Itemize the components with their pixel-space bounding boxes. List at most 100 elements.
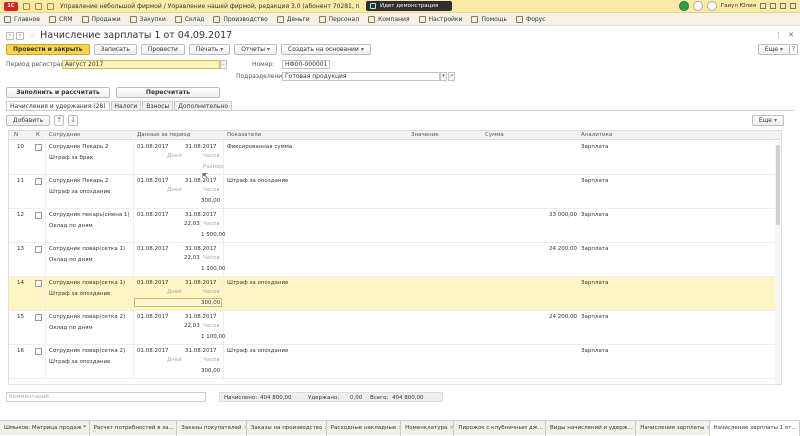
department-field[interactable]: Готовая продукция — [282, 72, 440, 81]
column-header-value[interactable]: Значение — [411, 132, 439, 138]
recalculate-button[interactable]: Пересчитать — [116, 87, 220, 98]
history-clock-icon[interactable] — [692, 1, 703, 11]
column-header-analytics[interactable]: Аналитика — [581, 132, 612, 138]
add-row-button[interactable]: Добавить — [6, 115, 51, 126]
menu-item-production[interactable]: Производство — [213, 15, 268, 23]
row-checkbox[interactable] — [35, 178, 42, 185]
period-field[interactable]: Август 2017 — [62, 60, 220, 69]
employee-name: Сотрудник повар(сетка 1) — [49, 246, 126, 252]
column-divider — [133, 243, 134, 277]
taskbar-tab-label: Расчет потребностей в за... — [93, 425, 174, 431]
menu-item-crm[interactable]: CRM — [49, 15, 73, 23]
row-number: 11 — [17, 178, 24, 184]
total-value: 404 800,00 — [392, 395, 424, 401]
column-divider — [45, 175, 46, 209]
menu-item-forum[interactable]: Форус — [516, 15, 546, 23]
row-checkbox[interactable] — [35, 246, 42, 253]
column-header-employee[interactable]: Сотрудник — [49, 132, 80, 138]
taskbar-tab[interactable]: Виды начислений и удерж...× — [546, 421, 637, 436]
table-row[interactable]: 11 Сотрудник Пекарь 2 Штраф за опоздание 01… — [9, 175, 781, 209]
column-header-indicators[interactable]: Показатели — [227, 132, 261, 138]
more-button[interactable]: Еще ▾ — [757, 44, 790, 55]
taskbar-tab-label: Шмыков: Матрица продаж * — [4, 425, 87, 431]
menu-item-sales[interactable]: Продажи — [81, 15, 121, 23]
column-header-period[interactable]: Данные за период — [137, 132, 191, 138]
row-checkbox[interactable] — [35, 280, 42, 287]
maximize-icon[interactable] — [780, 3, 786, 9]
favorites-icon[interactable] — [47, 2, 54, 10]
menu-item-main[interactable]: Главное — [4, 15, 40, 23]
star-icon[interactable] — [706, 1, 717, 11]
column-header-n[interactable]: N — [14, 132, 18, 138]
open-link-icon[interactable]: ↗ — [448, 72, 455, 81]
column-header-sum[interactable]: Сумма — [485, 132, 504, 138]
fill-and-calculate-button[interactable]: Заполнить и рассчитать — [6, 87, 110, 98]
menu-item-company[interactable]: Компания — [368, 15, 410, 23]
create-based-on-button[interactable]: Создать на основании ▾ — [281, 44, 371, 55]
taskbar-tab[interactable]: Заказы на производство× — [247, 421, 327, 436]
table-row[interactable]: 12 Сотрудник пекарь(смена 1) Оклад по дням… — [9, 209, 781, 243]
forward-arrow-icon[interactable]: › — [16, 31, 24, 40]
period-from: 01.08.2017 — [137, 314, 169, 320]
taskbar-tab[interactable]: Шмыков: Матрица продаж *× — [0, 421, 90, 436]
taskbar-tab[interactable]: Расчет потребностей в за...× — [90, 421, 178, 436]
row-checkbox[interactable] — [35, 348, 42, 355]
table-row[interactable]: 16 Сотрудник повар(сетка 2) Штраф за опозд… — [9, 345, 781, 379]
table-row[interactable]: 14 Сотрудник повар(сетка 1) Штраф за опозд… — [9, 277, 781, 311]
menu-item-warehouse[interactable]: Склад — [174, 15, 204, 23]
notification-icon[interactable] — [678, 1, 689, 11]
taskbar-tab[interactable]: Начисления зарплаты× — [636, 421, 710, 436]
save-button[interactable]: Записать — [93, 44, 137, 55]
menu-item-money[interactable]: Деньги — [276, 15, 310, 23]
more-actions-icon[interactable]: ⋮ — [775, 31, 782, 39]
table-row[interactable]: 10 Сотрудник Пекарь 2 Штраф за брак 01.08.2… — [9, 141, 781, 175]
menu-item-personnel[interactable]: Персонал — [318, 15, 359, 23]
period-select-icon[interactable]: … — [220, 60, 227, 69]
taskbar-tab[interactable]: Пирожок с клубничным дж...× — [454, 421, 547, 436]
row-number: 10 — [17, 144, 24, 150]
help-button[interactable]: ? — [789, 44, 798, 55]
dropdown-arrow-icon[interactable]: ▾ — [440, 72, 447, 81]
move-up-icon[interactable]: ↑ — [54, 115, 65, 126]
period-to: 31.08.2017 — [185, 348, 217, 354]
scrollbar-thumb[interactable] — [776, 145, 780, 225]
days-value: 22,03 — [184, 323, 200, 329]
vertical-scrollbar[interactable] — [775, 141, 781, 384]
taskbar-tab[interactable]: Заказы покупателей× — [177, 421, 247, 436]
row-checkbox[interactable] — [35, 144, 42, 151]
menu-grid-icon[interactable] — [23, 2, 30, 10]
taskbar-tab[interactable]: Номенклатура × — [401, 421, 455, 436]
grid-more-button[interactable]: Еще ▾ — [751, 115, 784, 126]
favorite-star-icon[interactable]: ☆ — [29, 31, 36, 40]
menu-icon[interactable] — [760, 3, 766, 9]
close-icon[interactable] — [790, 3, 796, 9]
menu-item-settings[interactable]: Настройки — [418, 15, 462, 23]
page-title: Начисление зарплаты 1 от 04.09.2017 — [40, 30, 233, 41]
row-checkbox[interactable] — [35, 212, 42, 219]
reports-button[interactable]: Отчеты ▾ — [234, 44, 277, 55]
personnel-icon — [318, 15, 326, 23]
reports-label: Отчеты — [241, 46, 265, 53]
minimize-icon[interactable] — [770, 3, 776, 9]
comment-field[interactable]: Комментарий — [6, 392, 206, 402]
user-name[interactable]: Гаиул Юлия — [721, 3, 756, 9]
move-down-icon[interactable]: ↓ — [68, 115, 79, 126]
analytics-value: Зарплата — [581, 178, 609, 184]
menu-item-help[interactable]: Помощь — [471, 15, 507, 23]
back-arrow-icon[interactable]: ‹ — [6, 31, 14, 40]
row-checkbox[interactable] — [35, 314, 42, 321]
column-divider — [45, 209, 46, 243]
menu-item-purchases[interactable]: Закупки — [129, 15, 166, 23]
taskbar-tab[interactable]: Расходные накладные× — [327, 421, 402, 436]
history-icon[interactable] — [35, 2, 42, 10]
close-tab-icon[interactable]: × — [449, 425, 453, 431]
table-row[interactable]: 13 Сотрудник повар(сетка 1) Оклад по дням 0… — [9, 243, 781, 277]
post-button[interactable]: Провести — [140, 44, 185, 55]
table-row[interactable]: 15 Сотрудник повар(сетка 2) Оклад по дням 0… — [9, 311, 781, 345]
post-and-close-button[interactable]: Провести и закрыть — [6, 44, 90, 55]
print-button[interactable]: Печать ▾ — [188, 44, 231, 55]
number-field[interactable]: НФ00-000001 — [282, 60, 330, 69]
close-document-icon[interactable]: ✕ — [788, 31, 794, 39]
taskbar-tab[interactable]: Начисление зарплаты 1 от...× — [709, 421, 800, 436]
column-header-k[interactable]: К — [36, 132, 40, 138]
